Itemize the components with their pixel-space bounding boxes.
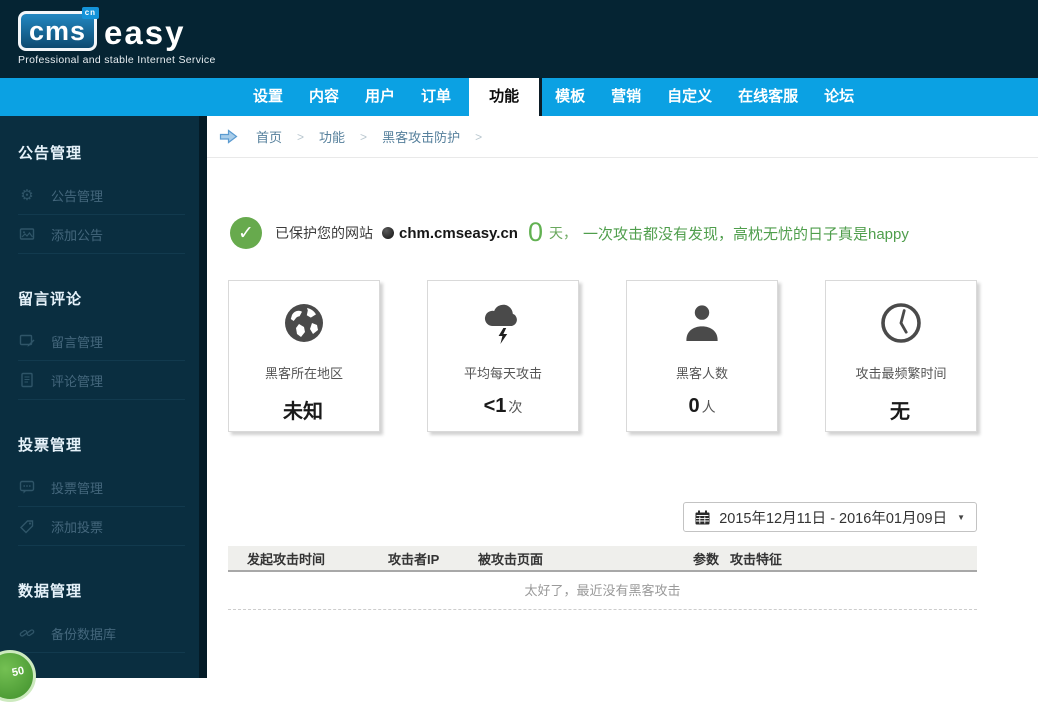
logo-cms-box: cms cn [18, 11, 97, 51]
chat-bubble-icon [18, 479, 36, 496]
sidebar-item-announcement-add[interactable]: 添加公告 [18, 215, 185, 254]
image-icon [18, 226, 36, 243]
tag-icon [18, 518, 36, 535]
sidebar-section-data: 数据管理 [18, 580, 199, 600]
column-attack-signature: 攻击特征 [730, 549, 977, 568]
breadcrumb-home[interactable]: 首页 [256, 127, 282, 146]
nav-item-content[interactable]: 内容 [296, 78, 352, 116]
stat-label: 黑客所在地区 [265, 363, 343, 382]
sidebar-item-label: 留言管理 [51, 332, 103, 351]
main-content: 首页 > 功能 > 黑客攻击防护 > ✓ 已保护您的网站 chm.cmseasy… [207, 116, 1038, 678]
document-icon [18, 372, 36, 389]
stat-value: 0人 [688, 395, 715, 418]
person-icon [678, 297, 726, 349]
breadcrumb-separator: > [297, 130, 304, 144]
breadcrumb-separator: > [475, 130, 482, 144]
stat-label: 黑客人数 [676, 363, 728, 382]
nav-item-online-service[interactable]: 在线客服 [725, 78, 811, 116]
link-icon [18, 625, 36, 642]
sidebar-item-message-manage[interactable]: 留言管理 [18, 322, 185, 361]
stat-card-hacker-region: 黑客所在地区 未知 [228, 280, 380, 432]
breadcrumb-features[interactable]: 功能 [319, 127, 345, 146]
stat-value: <1次 [484, 395, 523, 418]
stat-cards-row: 黑客所在地区 未知 平均每天攻击 <1次 黑客人数 0人 [228, 280, 1038, 432]
breadcrumb: 首页 > 功能 > 黑客攻击防护 > [207, 116, 1038, 158]
nav-item-users[interactable]: 用户 [352, 78, 408, 116]
nav-item-settings[interactable]: 设置 [240, 78, 296, 116]
nav-item-custom[interactable]: 自定义 [654, 78, 725, 116]
sidebar-item-vote-add[interactable]: 添加投票 [18, 507, 185, 546]
sidebar-item-comment-manage[interactable]: 评论管理 [18, 361, 185, 400]
nav-item-templates[interactable]: 模板 [542, 78, 598, 116]
calendar-icon [695, 510, 710, 525]
logo-tagline: Professional and stable Internet Service [18, 54, 216, 66]
sidebar-item-backup-database[interactable]: 备份数据库 [18, 614, 185, 653]
sidebar-item-announcement-manage[interactable]: ⚙ 公告管理 [18, 176, 185, 215]
sidebar-item-label: 备份数据库 [51, 624, 116, 643]
logo-cn-badge: cn [82, 7, 99, 19]
nav-item-orders[interactable]: 订单 [408, 78, 464, 116]
date-range-picker[interactable]: 2015年12月11日 - 2016年01月09日 ▼ [683, 502, 977, 532]
sidebar-section-messages: 留言评论 [18, 288, 199, 308]
sidebar-item-label: 评论管理 [51, 371, 103, 390]
sidebar-item-label: 添加投票 [51, 517, 103, 536]
nav-item-marketing[interactable]: 营销 [598, 78, 654, 116]
sidebar-item-vote-manage[interactable]: 投票管理 [18, 468, 185, 507]
breadcrumb-separator: > [360, 130, 367, 144]
attack-log-table: 发起攻击时间 攻击者IP 被攻击页面 参数 攻击特征 太好了，最近没有黑客攻击 [228, 546, 977, 610]
sidebar-item-label: 公告管理 [51, 186, 103, 205]
stat-label: 攻击最频繁时间 [855, 363, 946, 382]
column-attack-time: 发起攻击时间 [228, 549, 388, 568]
column-params: 参数 [693, 549, 730, 568]
top-header-bar: cms cn easy Professional and stable Inte… [0, 0, 1038, 78]
column-attacker-ip: 攻击者IP [388, 549, 478, 568]
protected-site-name: chm.cmseasy.cn [399, 225, 518, 242]
date-range-label: 2015年12月11日 - 2016年01月09日 [719, 507, 947, 528]
date-range-row: 2015年12月11日 - 2016年01月09日 ▼ [207, 502, 1038, 532]
sidebar-section-votes: 投票管理 [18, 434, 199, 454]
column-attacked-page: 被攻击页面 [478, 549, 693, 568]
chevron-down-icon: ▼ [957, 513, 965, 522]
nav-item-forum[interactable]: 论坛 [811, 78, 867, 116]
protection-status-row: ✓ 已保护您的网站 chm.cmseasy.cn 0 天， 一次攻击都没有发现，… [230, 215, 1038, 251]
logo-easy-text: easy [104, 15, 185, 51]
security-score-value: 50 [11, 665, 25, 679]
protected-days-count: 0 [528, 217, 543, 248]
site-favicon-icon [382, 227, 394, 239]
stat-value: 无 [890, 395, 912, 424]
protected-days-unit: 天， [549, 223, 577, 243]
logo-cms-text: cms [29, 16, 86, 46]
globe-icon [280, 297, 328, 349]
table-empty-message: 太好了，最近没有黑客攻击 [228, 572, 977, 610]
protection-message: 一次攻击都没有发现，高枕无忧的日子真是happy [583, 223, 909, 244]
gear-icon: ⚙ [18, 187, 36, 204]
clock-icon [877, 297, 925, 349]
attack-table-header: 发起攻击时间 攻击者IP 被攻击页面 参数 攻击特征 [228, 546, 977, 572]
stat-card-daily-attacks: 平均每天攻击 <1次 [427, 280, 579, 432]
message-edit-icon [18, 333, 36, 350]
cmseasy-logo: cms cn easy Professional and stable Inte… [18, 11, 216, 66]
sidebar: 公告管理 ⚙ 公告管理 添加公告 留言评论 留言管理 评论管理 投票管理 [0, 116, 207, 678]
stat-card-hacker-count: 黑客人数 0人 [626, 280, 778, 432]
sidebar-item-label: 投票管理 [51, 478, 103, 497]
breadcrumb-arrow-icon [219, 128, 238, 145]
stat-card-peak-time: 攻击最频繁时间 无 [825, 280, 977, 432]
nav-item-features[interactable]: 功能 [469, 78, 539, 116]
sidebar-section-announcements: 公告管理 [18, 142, 199, 162]
storm-cloud-icon [479, 297, 527, 349]
check-circle-icon: ✓ [230, 217, 262, 249]
stat-value: 未知 [283, 395, 325, 424]
sidebar-item-label: 添加公告 [51, 225, 103, 244]
protection-prefix: 已保护您的网站 [275, 223, 373, 243]
stat-label: 平均每天攻击 [464, 363, 542, 382]
main-nav-bar: 设置 内容 用户 订单 功能 模板 营销 自定义 在线客服 论坛 [0, 78, 1038, 116]
breadcrumb-hacker-protection[interactable]: 黑客攻击防护 [382, 127, 460, 146]
